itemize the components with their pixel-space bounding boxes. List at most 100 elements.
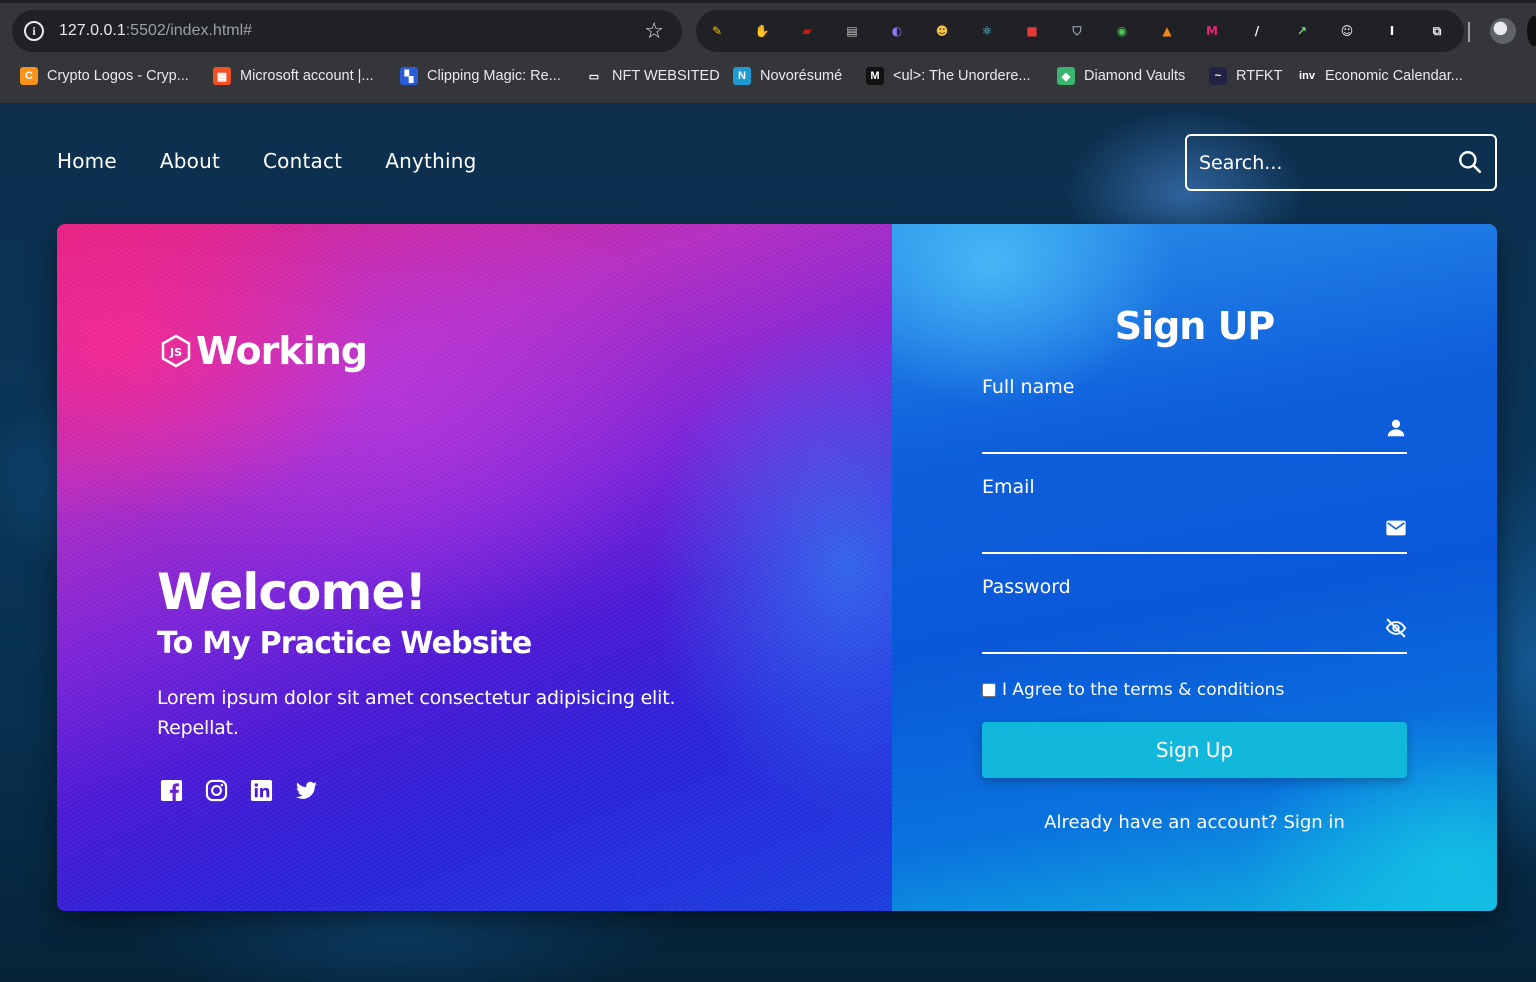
nav-home-link[interactable]: Home: [57, 149, 117, 173]
fullname-field-group: Full name: [982, 376, 1407, 454]
linkedin-icon[interactable]: [250, 779, 273, 802]
face-ext-icon[interactable]: ☻: [932, 21, 952, 41]
sign-up-button[interactable]: Sign Up: [982, 722, 1407, 778]
envelope-icon: [1386, 520, 1406, 536]
red-pen-ext-icon[interactable]: ▰: [797, 21, 817, 41]
extensions-bar: ✎ ✋ ▰ ▤ ◐ ☻ ⚛ ■ ⛉ ◉ ▲ M / ↗ ☺ I ⧉: [696, 10, 1464, 52]
menu-edge[interactable]: [1527, 16, 1536, 46]
welcome-subheading: To My Practice Website: [157, 626, 532, 661]
frog-ext-icon[interactable]: ◉: [1112, 21, 1132, 41]
url-text[interactable]: 127.0.0.1:5502/index.html#: [59, 22, 252, 40]
bookmark-item[interactable]: ◆ Diamond Vaults: [1057, 67, 1185, 85]
nodejs-hexagon-icon: JS: [161, 334, 191, 368]
fullname-input[interactable]: [982, 408, 1407, 454]
smiley-ext-icon[interactable]: ☺: [1337, 21, 1357, 41]
pencil-ext-icon[interactable]: ✎: [707, 21, 727, 41]
bookmark-favicon-icon: ▭: [585, 67, 603, 85]
password-input[interactable]: [982, 608, 1407, 654]
twitter-icon[interactable]: [295, 779, 318, 802]
browser-chrome: i 127.0.0.1:5502/index.html# ☆ ✎ ✋ ▰ ▤ ◐ ☻ ⚛ ■ ⛉…: [0, 0, 1536, 103]
search-icon[interactable]: [1457, 149, 1483, 175]
search-input[interactable]: [1199, 136, 1449, 189]
bookmark-favicon-icon: inv: [1298, 67, 1316, 85]
slash-ext-icon[interactable]: /: [1247, 21, 1267, 41]
react-ext-icon[interactable]: ⚛: [977, 21, 997, 41]
eye-slash-icon[interactable]: [1385, 617, 1407, 639]
site-info-icon[interactable]: i: [24, 21, 44, 41]
bookmark-item[interactable]: C Crypto Logos - Cryp...: [20, 67, 189, 85]
address-bar[interactable]: i 127.0.0.1:5502/index.html# ☆: [12, 10, 682, 52]
sign-in-link[interactable]: Sign in: [1283, 812, 1344, 833]
bookmark-favicon-icon: ▚: [400, 67, 418, 85]
social-links: [160, 779, 318, 802]
brand-logo[interactable]: JS Working: [160, 329, 368, 373]
me-ext-icon[interactable]: M: [1202, 21, 1222, 41]
bookmark-label: Clipping Magic: Re...: [427, 68, 561, 84]
terms-agreement: I Agree to the terms & conditions: [982, 680, 1284, 700]
facebook-icon[interactable]: [160, 779, 183, 802]
bookmark-label: RTFKT: [1236, 68, 1283, 84]
instagram-icon[interactable]: [205, 779, 228, 802]
chart-ext-icon[interactable]: ↗: [1292, 21, 1312, 41]
email-field-group: Email: [982, 476, 1407, 554]
signin-prompt: Already have an account? Sign in: [892, 812, 1497, 833]
bookmark-item[interactable]: inv Economic Calendar...: [1298, 67, 1463, 85]
ghost-ext-icon[interactable]: ◐: [887, 21, 907, 41]
logo-text: Working: [196, 329, 368, 373]
bookmark-label: Diamond Vaults: [1084, 68, 1186, 84]
password-field-group: Password: [982, 576, 1407, 654]
bookmark-label: Novorésumé: [760, 68, 843, 84]
puzzle-ext-icon[interactable]: ⧉: [1427, 21, 1447, 41]
bookmark-favicon-icon: M: [866, 67, 884, 85]
email-label: Email: [982, 476, 1035, 498]
bookmark-favicon-icon: ▦: [213, 67, 231, 85]
window-ext-icon[interactable]: ▤: [842, 21, 862, 41]
bookmark-item[interactable]: N Novorésumé: [733, 67, 842, 85]
main-nav: Home About Contact Anything: [57, 149, 476, 173]
signup-form-panel: Sign UP Full name Email Password I Agree…: [892, 224, 1497, 911]
terms-checkbox[interactable]: [982, 683, 996, 697]
form-title: Sign UP: [1114, 304, 1276, 348]
svg-text:JS: JS: [169, 346, 182, 359]
bookmark-label: Microsoft account |...: [240, 68, 374, 84]
search-box: [1185, 134, 1497, 191]
i-ext-icon[interactable]: I: [1382, 21, 1402, 41]
fullname-label: Full name: [982, 376, 1075, 398]
email-input[interactable]: [982, 508, 1407, 554]
metamask-ext-icon[interactable]: ▲: [1157, 21, 1177, 41]
bookmark-item[interactable]: ▦ Microsoft account |...: [213, 67, 374, 85]
profile-avatar[interactable]: [1490, 18, 1516, 44]
user-icon: [1387, 419, 1405, 437]
bookmark-favicon-icon: N: [733, 67, 751, 85]
bookmark-favicon-icon: ~: [1209, 67, 1227, 85]
toolbar-divider: [1468, 22, 1470, 42]
welcome-paragraph: Lorem ipsum dolor sit amet consectetur a…: [157, 687, 676, 739]
bookmark-item[interactable]: ▚ Clipping Magic: Re...: [400, 67, 561, 85]
already-account-text: Already have an account?: [1044, 812, 1278, 833]
bookmark-label: NFT WEBSITED: [612, 68, 720, 84]
bookmark-label: Crypto Logos - Cryp...: [47, 68, 189, 84]
bookmark-item[interactable]: M <ul>: The Unordere...: [866, 67, 1031, 85]
password-label: Password: [982, 576, 1071, 598]
bookmark-item[interactable]: ▭ NFT WEBSITED: [585, 67, 720, 85]
nav-contact-link[interactable]: Contact: [263, 149, 342, 173]
bookmark-label: <ul>: The Unordere...: [893, 68, 1031, 84]
signup-card: JS Working Welcome! To My Practice Websi…: [57, 224, 1497, 911]
bookmark-label: Economic Calendar...: [1325, 68, 1463, 84]
shield-ext-icon[interactable]: ⛉: [1067, 21, 1087, 41]
tab-strip: [0, 0, 1536, 3]
page-viewport: Home About Contact Anything JS Working W…: [0, 103, 1536, 982]
terms-label: I Agree to the terms & conditions: [1002, 680, 1285, 700]
bookmark-favicon-icon: C: [20, 67, 38, 85]
bag-ext-icon[interactable]: ■: [1022, 21, 1042, 41]
bookmark-item[interactable]: ~ RTFKT: [1209, 67, 1282, 85]
stop-hand-ext-icon[interactable]: ✋: [752, 21, 772, 41]
bookmark-favicon-icon: ◆: [1057, 67, 1075, 85]
bookmarks-bar: C Crypto Logos - Cryp... ▦ Microsoft accoun…: [0, 62, 1536, 94]
welcome-panel: JS Working Welcome! To My Practice Websi…: [57, 224, 892, 911]
nav-anything-link[interactable]: Anything: [385, 149, 476, 173]
welcome-heading: Welcome!: [157, 563, 427, 621]
bookmark-star-icon[interactable]: ☆: [644, 19, 664, 44]
welcome-block: Welcome! To My Practice Website Lorem ip…: [157, 564, 737, 743]
nav-about-link[interactable]: About: [160, 149, 220, 173]
